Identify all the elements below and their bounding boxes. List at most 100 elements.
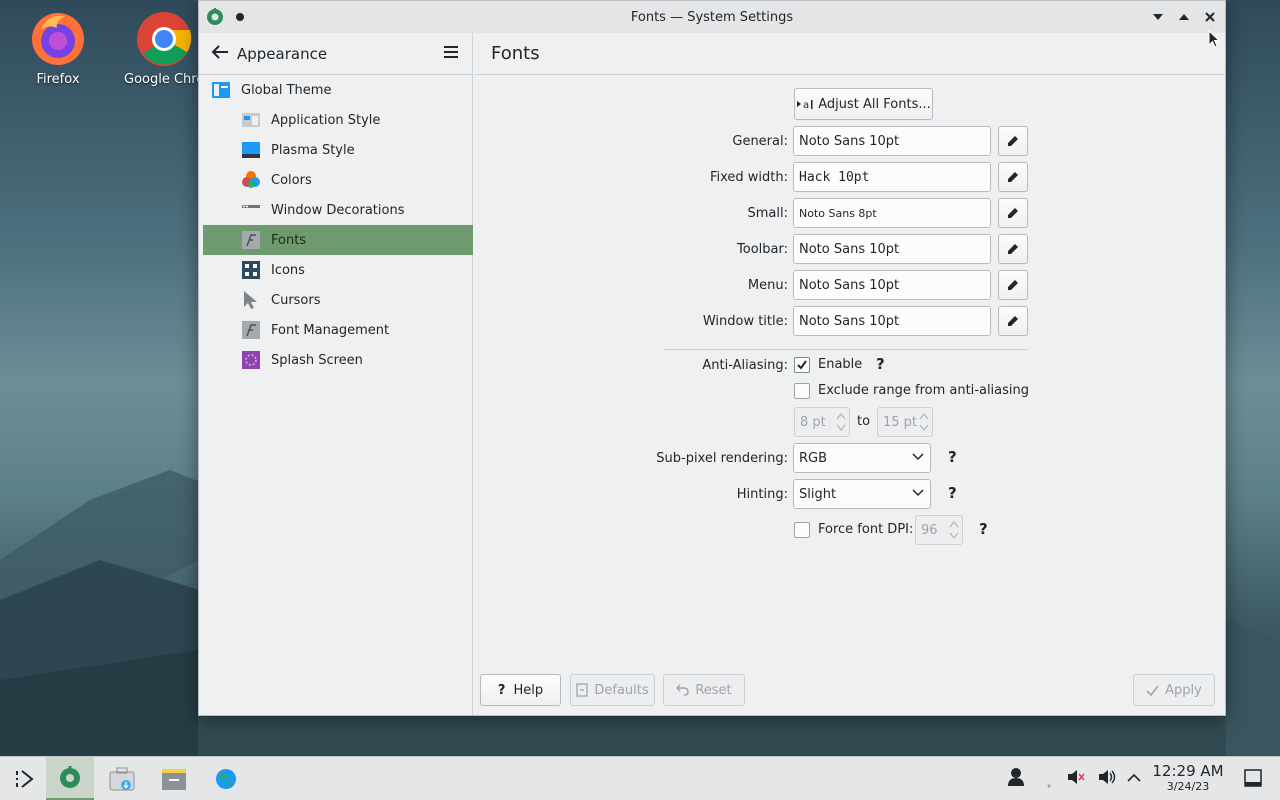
- sidebar-item-colors[interactable]: Colors: [203, 165, 473, 195]
- anti-aliasing-enable-checkbox[interactable]: [794, 357, 810, 373]
- clock[interactable]: 12:29 AM 3/24/23: [1144, 764, 1232, 793]
- globe-icon: [216, 769, 236, 789]
- chevron-up-icon[interactable]: [1127, 772, 1141, 787]
- sidebar-item-font-management[interactable]: Font Management: [203, 315, 473, 345]
- anti-aliasing-help-icon[interactable]: ?: [876, 355, 885, 373]
- general-font-field[interactable]: Noto Sans 10pt: [793, 126, 991, 156]
- general-font-edit-button[interactable]: [998, 126, 1028, 156]
- taskbar-file-manager[interactable]: [150, 757, 198, 800]
- maximize-button[interactable]: [1175, 8, 1193, 26]
- page-title: Fonts: [474, 33, 1225, 75]
- back-arrow-icon[interactable]: [211, 44, 229, 64]
- sidebar-title: Appearance: [237, 44, 328, 63]
- exclude-to-spinbox[interactable]: 15 pt: [877, 407, 933, 437]
- pencil-icon: [1008, 316, 1018, 326]
- pencil-icon: [1008, 172, 1018, 182]
- subpixel-help-icon[interactable]: ?: [948, 448, 957, 466]
- exclude-range-checkbox[interactable]: [794, 383, 810, 399]
- exclude-from-value: 8 pt: [800, 414, 826, 430]
- adjust-all-fonts-button[interactable]: a Adjust All Fonts...: [794, 88, 933, 120]
- sidebar-header: Appearance: [199, 33, 472, 75]
- toolbar-font-edit-button[interactable]: [998, 234, 1028, 264]
- menu-font-label: Menu:: [747, 277, 788, 293]
- hamburger-menu-icon[interactable]: [444, 45, 458, 62]
- anti-aliasing-label: Anti-Aliasing:: [702, 357, 788, 373]
- small-font-field[interactable]: Noto Sans 8pt: [793, 198, 991, 228]
- adjust-all-fonts-label: Adjust All Fonts...: [818, 96, 931, 112]
- spin-arrows-icon: [919, 412, 929, 432]
- taskbar-system-settings[interactable]: [46, 757, 94, 800]
- sidebar-item-application-style[interactable]: Application Style: [203, 105, 473, 135]
- sidebar-item-label: Splash Screen: [271, 352, 363, 368]
- help-button[interactable]: ? Help: [480, 674, 561, 706]
- help-button-label: Help: [513, 682, 544, 698]
- firefox-desktop-icon[interactable]: Firefox: [10, 2, 106, 87]
- window-title-font-field[interactable]: Noto Sans 10pt: [793, 306, 991, 336]
- sidebar-list: Global Theme Application Style Plasma St…: [199, 75, 473, 375]
- mouse-cursor-icon: [1208, 30, 1220, 48]
- sidebar-item-cursors[interactable]: Cursors: [203, 285, 473, 315]
- to-label: to: [857, 414, 871, 429]
- system-settings-icon: [60, 765, 80, 788]
- fonts-page: Fonts a Adjust All Fonts... General: Not…: [474, 33, 1225, 715]
- cursors-icon: [241, 290, 261, 310]
- hinting-label: Hinting:: [736, 486, 788, 502]
- exclude-from-spinbox[interactable]: 8 pt: [794, 407, 850, 437]
- titlebar[interactable]: Fonts — System Settings: [199, 1, 1225, 33]
- sidebar-item-label: Window Decorations: [271, 202, 405, 218]
- user-icon[interactable]: [1007, 767, 1025, 791]
- close-button[interactable]: [1201, 8, 1219, 26]
- sidebar-item-icons[interactable]: Icons: [203, 255, 473, 285]
- checkmark-icon: [797, 360, 807, 370]
- force-dpi-checkbox[interactable]: [794, 522, 810, 538]
- small-font-edit-button[interactable]: [998, 198, 1028, 228]
- sidebar-item-fonts[interactable]: Fonts: [203, 225, 473, 255]
- discover-store-icon: [109, 767, 135, 791]
- pencil-icon: [1008, 280, 1018, 290]
- volume-icon[interactable]: [1097, 767, 1117, 791]
- defaults-button[interactable]: Defaults: [570, 674, 655, 706]
- audio-muted-icon[interactable]: [1066, 767, 1086, 791]
- sidebar-item-label: Fonts: [271, 232, 307, 248]
- toolbar-font-field[interactable]: Noto Sans 10pt: [793, 234, 991, 264]
- application-style-icon: [241, 110, 261, 130]
- force-dpi-spinbox[interactable]: 96: [915, 515, 963, 545]
- subpixel-rendering-combo[interactable]: RGB: [793, 443, 931, 473]
- show-desktop-icon[interactable]: [1244, 769, 1262, 791]
- window-title-font-edit-button[interactable]: [998, 306, 1028, 336]
- sidebar-item-plasma-style[interactable]: Plasma Style: [203, 135, 473, 165]
- keep-on-top-dot-icon[interactable]: [236, 13, 244, 21]
- application-launcher-button[interactable]: [0, 757, 48, 800]
- fixed-width-font-field[interactable]: Hack 10pt: [793, 162, 991, 192]
- chrome-icon: [135, 10, 193, 68]
- fixed-width-font-edit-button[interactable]: [998, 162, 1028, 192]
- hinting-combo[interactable]: Slight: [793, 479, 931, 509]
- pencil-icon: [1008, 244, 1018, 254]
- menu-font-field[interactable]: Noto Sans 10pt: [793, 270, 991, 300]
- system-settings-window: Fonts — System Settings Appearance Globa…: [198, 0, 1226, 716]
- subpixel-rendering-value: RGB: [799, 450, 828, 466]
- sidebar-item-window-decorations[interactable]: Window Decorations: [203, 195, 473, 225]
- force-dpi-help-icon[interactable]: ?: [979, 520, 988, 538]
- fixed-width-font-label: Fixed width:: [709, 169, 788, 185]
- clock-date: 3/24/23: [1166, 780, 1210, 793]
- hinting-help-icon[interactable]: ?: [948, 484, 957, 502]
- sidebar-item-label: Application Style: [271, 112, 381, 128]
- sidebar-item-global-theme[interactable]: Global Theme: [203, 75, 473, 105]
- minimize-button[interactable]: [1149, 8, 1167, 26]
- apply-button[interactable]: Apply: [1133, 674, 1215, 706]
- taskbar-browser[interactable]: [202, 757, 250, 800]
- window-decorations-icon: [241, 200, 261, 220]
- close-icon: [1205, 12, 1215, 22]
- reset-button[interactable]: Reset: [663, 674, 745, 706]
- menu-font-edit-button[interactable]: [998, 270, 1028, 300]
- chrome-desktop-icon[interactable]: Google Chrome: [124, 2, 204, 87]
- taskbar-discover[interactable]: [98, 757, 146, 800]
- window-title-font-label: Window title:: [702, 313, 788, 329]
- sidebar-item-label: Cursors: [271, 292, 321, 308]
- defaults-button-label: Defaults: [594, 682, 649, 698]
- sidebar-item-splash-screen[interactable]: Splash Screen: [203, 345, 473, 375]
- firefox-label: Firefox: [36, 72, 80, 87]
- system-settings-app-icon[interactable]: [205, 7, 225, 31]
- tray-expand-dot-icon: [1046, 778, 1052, 793]
